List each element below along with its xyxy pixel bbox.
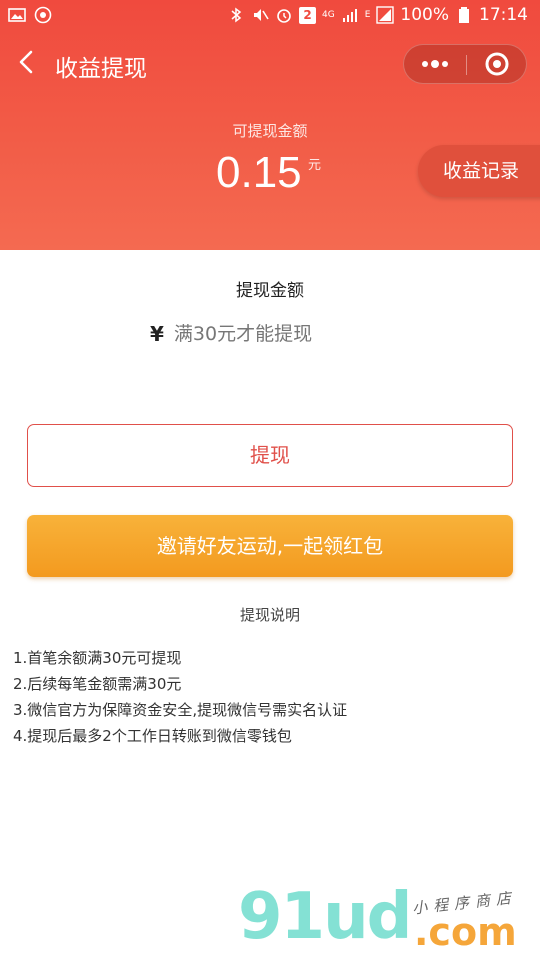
app-notification-icon [34,6,52,24]
note-item: 2.后续每笔金额需满30元 [13,675,182,693]
signal-label: E [364,10,371,20]
mini-program-capsule [403,44,527,84]
note-item: 4.提现后最多2个工作日转账到微信零钱包 [13,727,292,745]
page-title: 收益提现 [55,56,147,82]
nav-bar: 收益提现 [0,38,540,90]
network-type: 4G [322,9,335,20]
signal-full-icon [376,6,395,24]
watermark-domain: .com [414,910,517,954]
alarm-icon [277,9,291,23]
notes-list: 1.首笔余额满30元可提现 2.后续每笔金额需满30元 3.微信官方为保障资金安… [13,645,347,749]
signal-icon [342,9,357,22]
bluetooth-icon [231,7,242,23]
chevron-left-icon [19,50,33,74]
watermark-brand: 91ud [238,880,412,954]
withdraw-section-title: 提现金额 [236,281,304,301]
gallery-icon [8,8,26,22]
amount-row: ¥ [150,322,474,346]
note-item: 1.首笔余额满30元可提现 [13,649,182,667]
invite-friends-button[interactable]: 邀请好友运动,一起领红包 [27,515,513,577]
notes-title: 提现说明 [239,606,300,624]
close-mini-program-button[interactable] [467,45,527,83]
currency-symbol: ¥ [150,322,164,346]
status-left [8,6,52,24]
withdraw-button[interactable]: 提现 [27,424,513,487]
battery-icon [459,7,469,23]
balance-amount: 0.15 [216,148,302,197]
status-right: 2 4G E 100% 17:14 [227,5,528,25]
balance-unit: 元 [308,158,322,173]
status-bar: 2 4G E 100% 17:14 [0,0,540,34]
target-circle-icon [485,52,509,76]
withdraw-amount-input[interactable] [173,323,474,345]
watermark: 91ud 小程序商店 .com [238,880,538,960]
more-dots-icon [422,60,448,68]
balance-label: 可提现金额 [232,122,308,140]
more-button[interactable] [404,45,466,83]
note-item: 3.微信官方为保障资金安全,提现微信号需实名认证 [13,701,348,719]
earnings-records-button[interactable]: 收益记录 [418,145,540,197]
back-button[interactable] [14,48,40,78]
sim-badge: 2 [299,6,316,24]
status-time: 17:14 [479,5,528,25]
battery-level: 100% [400,5,449,25]
mute-icon [254,9,269,21]
